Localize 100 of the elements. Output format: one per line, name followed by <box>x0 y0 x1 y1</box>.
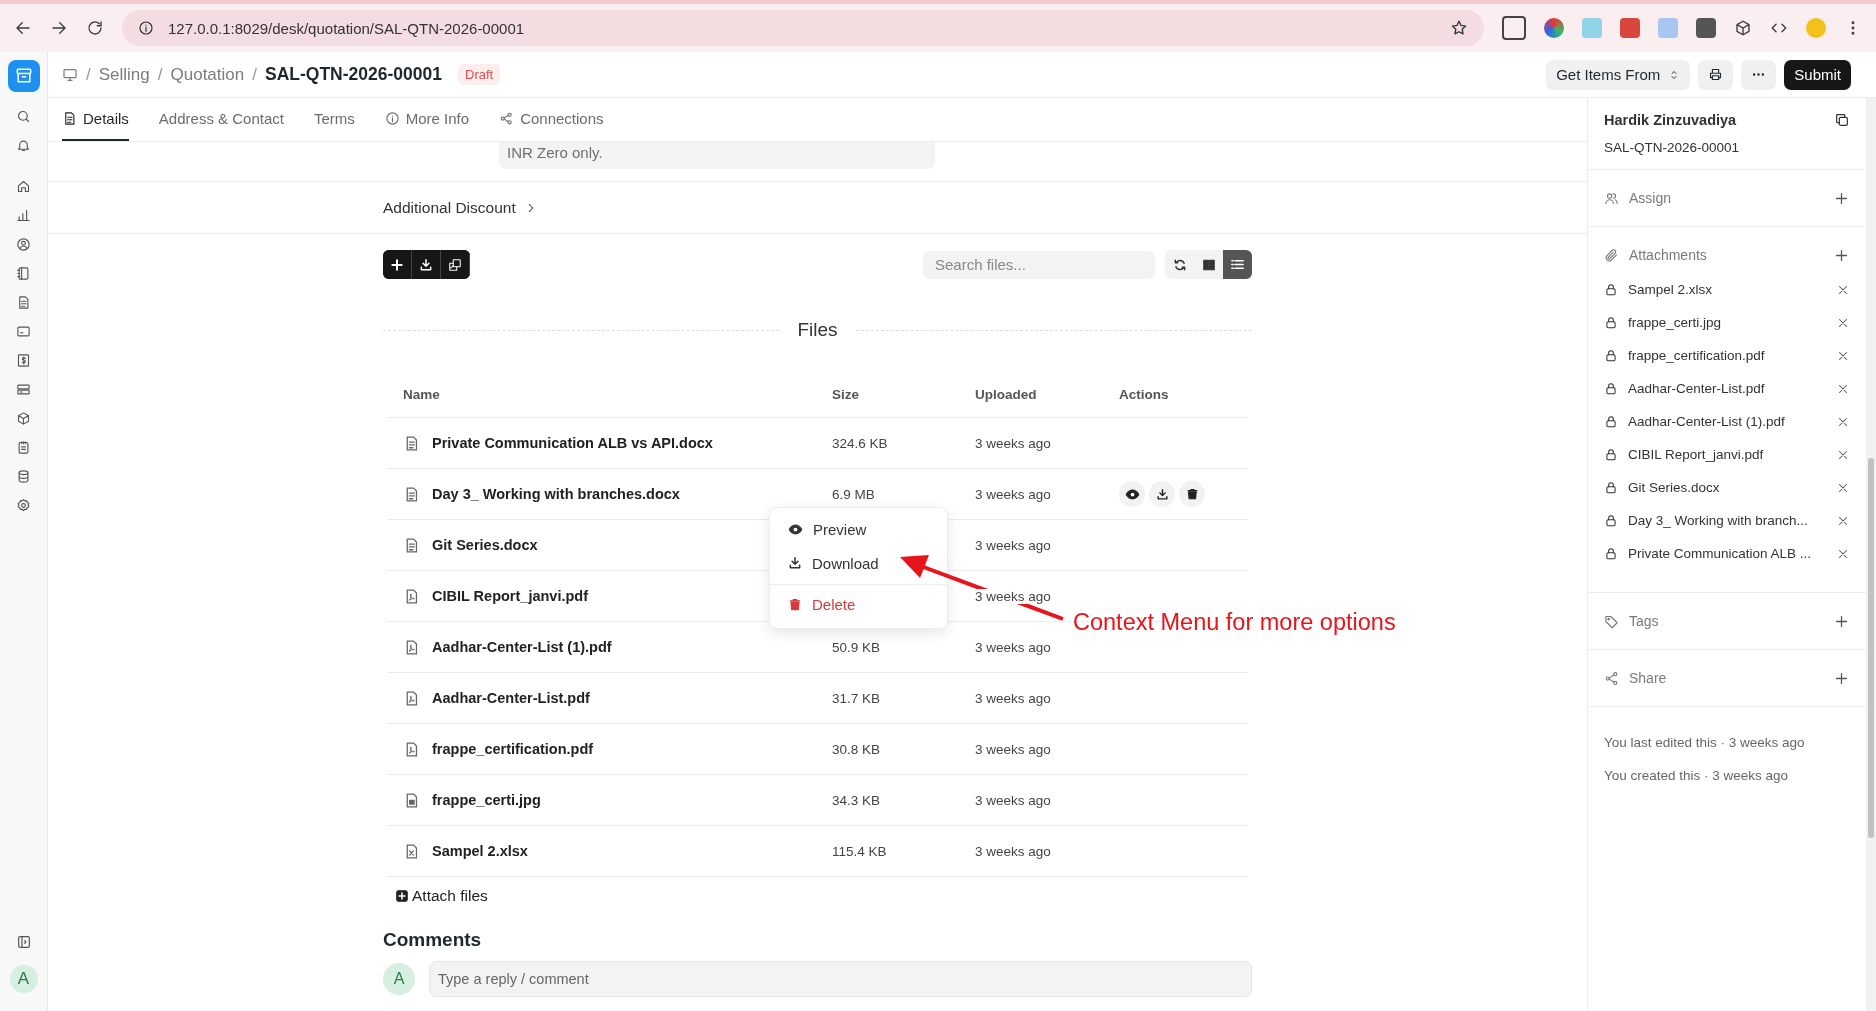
submit-button[interactable]: Submit <box>1784 59 1851 90</box>
user-icon[interactable] <box>16 237 31 252</box>
download-icon <box>419 257 433 272</box>
attachment-link[interactable]: Aadhar-Center-List (1).pdf <box>1628 414 1826 429</box>
attachments-label: Attachments <box>1629 247 1708 263</box>
reload-icon[interactable] <box>86 19 104 37</box>
lock-icon <box>1604 282 1618 297</box>
get-items-dropdown[interactable]: Get Items From <box>1546 59 1691 90</box>
settings-icon[interactable] <box>16 498 31 513</box>
dollar-icon[interactable] <box>16 353 31 368</box>
search-field[interactable]: Search files... <box>923 250 1155 279</box>
card-icon[interactable] <box>16 324 31 339</box>
clipboard-icon[interactable] <box>16 440 31 455</box>
document-title: SAL-QTN-2026-00001 <box>265 64 442 85</box>
forward-icon[interactable] <box>50 19 68 37</box>
upload-button[interactable] <box>383 250 412 279</box>
column-header: Uploaded <box>975 386 1038 402</box>
paperclip-icon <box>1604 247 1619 263</box>
bell-icon[interactable] <box>16 138 31 153</box>
comment-field[interactable]: Type a reply / comment <box>429 961 1252 997</box>
tag-icon <box>1604 613 1619 629</box>
tab[interactable]: Details <box>62 98 129 141</box>
file-name[interactable]: Private Communication ALB vs API.docx <box>432 435 713 451</box>
extension-icon[interactable] <box>1544 18 1564 38</box>
box-icon[interactable] <box>16 411 31 426</box>
file-size: 50.9 KB <box>832 639 881 655</box>
share-label: Share <box>1629 670 1668 686</box>
address-bar[interactable]: 127.0.0.1:8029/desk/quotation/SAL-QTN-2026-00001 <box>122 10 1484 46</box>
preview-button[interactable] <box>1119 481 1145 507</box>
attach-files-button[interactable]: Attach files <box>395 887 488 905</box>
print-button[interactable] <box>1698 59 1734 90</box>
document-icon[interactable] <box>16 295 31 310</box>
view-button[interactable] <box>1223 250 1252 279</box>
site-info-icon <box>138 20 154 36</box>
extension-icon[interactable] <box>1502 16 1526 40</box>
stack-icon[interactable] <box>16 382 31 397</box>
users-icon <box>1604 190 1619 206</box>
attachment-link[interactable]: frappe_certification.pdf <box>1628 348 1826 363</box>
eye-icon <box>788 521 803 537</box>
file-name[interactable]: Sampel 2.xlsx <box>432 843 528 859</box>
breadcrumb-separator: / <box>157 64 163 85</box>
app-logo[interactable] <box>7 60 40 92</box>
activity-text: You last edited this · 3 weeks ago <box>1604 735 1806 750</box>
delete-button[interactable] <box>1179 481 1205 507</box>
search-icon[interactable] <box>16 109 31 124</box>
trash-icon <box>788 597 802 612</box>
trash-icon <box>1185 487 1199 501</box>
section-toggle[interactable]: Additional Discount <box>383 198 538 217</box>
attachment-link[interactable]: CIBIL Report_janvi.pdf <box>1628 447 1826 462</box>
database-icon[interactable] <box>16 469 31 484</box>
file-name[interactable]: Git Series.docx <box>432 537 538 553</box>
breadcrumb-link[interactable]: Selling <box>98 64 150 85</box>
star-icon[interactable] <box>1450 19 1468 37</box>
download-button[interactable] <box>1149 481 1175 507</box>
scrollbar-thumb[interactable] <box>1868 458 1874 838</box>
tab[interactable]: Connections <box>499 98 604 141</box>
copy-icon <box>448 257 462 272</box>
file-name[interactable]: Aadhar-Center-List.pdf <box>432 690 590 706</box>
view-button[interactable] <box>1165 250 1194 279</box>
chart-icon[interactable] <box>16 208 31 223</box>
eye-icon <box>1124 486 1140 502</box>
file-name[interactable]: Day 3_ Working with branches.docx <box>432 486 680 502</box>
status-badge: Draft <box>458 64 501 85</box>
file-size: 6.9 MB <box>832 486 875 502</box>
menu-item[interactable]: Download <box>770 546 947 580</box>
breadcrumb-separator: / <box>252 64 257 85</box>
file-name[interactable]: CIBIL Report_janvi.pdf <box>432 588 589 604</box>
owner-name: Hardik Zinzuvadiya <box>1604 112 1737 128</box>
back-icon[interactable] <box>14 19 32 37</box>
tab[interactable]: Terms <box>313 98 355 141</box>
file-size: 115.4 KB <box>832 843 887 859</box>
comment-avatar: A <box>383 963 415 995</box>
notebook-icon[interactable] <box>16 266 31 281</box>
tab[interactable]: Address & Contact <box>158 98 284 141</box>
home-icon[interactable] <box>16 179 31 194</box>
file-name[interactable]: frappe_certi.jpg <box>432 792 541 808</box>
lock-icon <box>1604 381 1618 396</box>
menu-item[interactable]: Preview <box>770 512 947 546</box>
attachment-link[interactable]: Git Series.docx <box>1628 480 1826 495</box>
extension-icon[interactable] <box>1696 18 1716 38</box>
refresh-icon <box>1172 257 1187 272</box>
desk-icon[interactable] <box>62 66 78 83</box>
attachment-link[interactable]: Aadhar-Center-List.pdf <box>1628 381 1826 396</box>
attachment-link[interactable]: frappe_certi.jpg <box>1628 315 1826 330</box>
url-text: 127.0.0.1:8029/desk/quotation/SAL-QTN-2026-00001 <box>168 19 526 37</box>
lock-icon <box>1604 513 1618 528</box>
files-heading: Files <box>797 319 838 341</box>
file-name[interactable]: Aadhar-Center-List (1).pdf <box>432 639 612 655</box>
user-avatar[interactable]: A <box>9 965 38 993</box>
attachment-link[interactable]: Private Communication ALB ... <box>1628 546 1826 561</box>
printer-icon <box>1708 67 1724 82</box>
attachment-link[interactable]: Sampel 2.xlsx <box>1628 282 1826 297</box>
file-name[interactable]: frappe_certification.pdf <box>432 741 594 757</box>
tab[interactable]: More Info <box>384 98 470 141</box>
attachment-link[interactable]: Day 3_ Working with branch... <box>1628 513 1826 528</box>
sidebar-toggle-icon[interactable] <box>15 934 32 950</box>
column-header: Size <box>832 386 860 402</box>
copy-icon[interactable] <box>1834 112 1850 128</box>
breadcrumb-link[interactable]: Quotation <box>170 64 245 85</box>
view-button[interactable] <box>1194 250 1223 279</box>
